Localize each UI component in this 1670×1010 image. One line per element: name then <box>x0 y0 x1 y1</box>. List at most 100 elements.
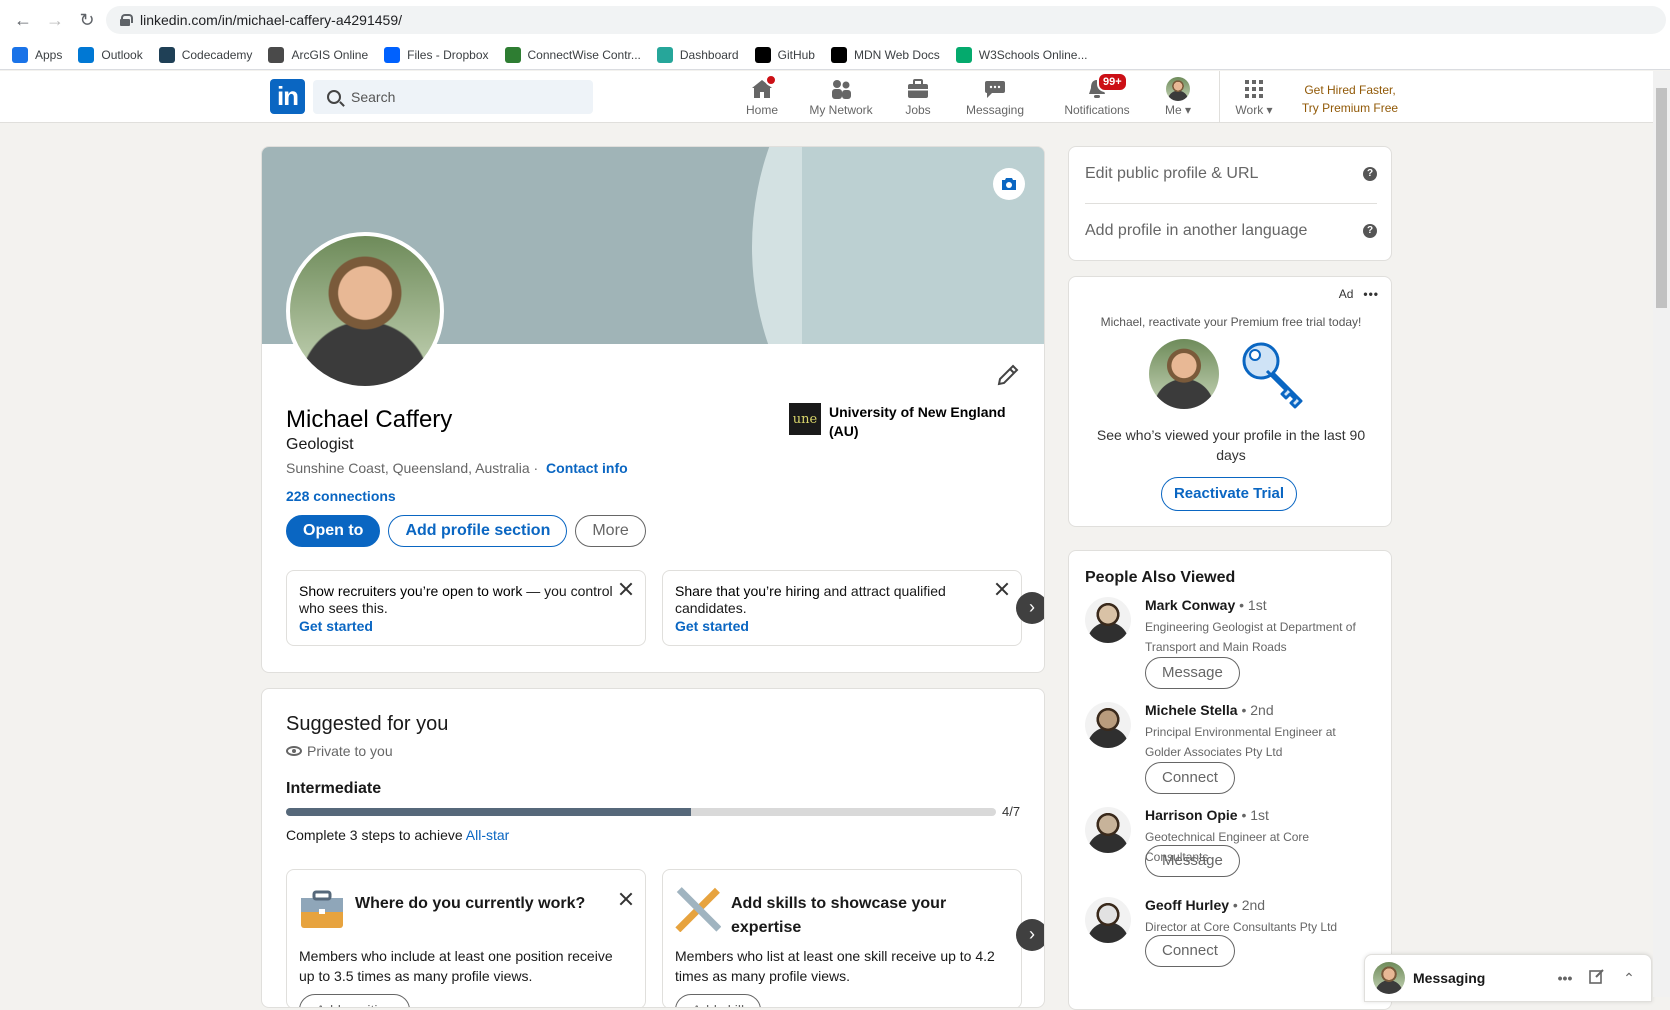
add-position-button[interactable]: Add position <box>299 994 411 1007</box>
nav-notifications[interactable]: 99+ Notifications <box>1058 71 1136 123</box>
arcgis-icon <box>268 46 285 63</box>
get-started-link[interactable]: Get started <box>299 618 633 635</box>
hiring-title: Share that you’re hiring <box>675 583 820 599</box>
bookmark-dashboard[interactable]: Dashboard <box>656 46 739 63</box>
messaging-overlay[interactable]: Messaging ••• ⌃ <box>1364 954 1652 1002</box>
nav-jobs[interactable]: Jobs <box>894 71 942 123</box>
education-link[interactable]: une University of New England (AU) <box>789 403 1009 441</box>
search-input[interactable]: Search <box>313 80 593 114</box>
briefcase-icon <box>299 890 345 930</box>
connections-link[interactable]: 228 connections <box>286 488 396 504</box>
address-bar[interactable]: linkedin.com/in/michael-caffery-a4291459… <box>106 6 1666 34</box>
linkedin-logo-icon[interactable]: in <box>270 79 305 114</box>
edit-public-profile-link[interactable]: Edit public profile & URL ? <box>1085 165 1377 183</box>
nav-work[interactable]: Work ▾ <box>1232 71 1276 123</box>
people-also-viewed-title: People Also Viewed <box>1085 569 1236 586</box>
linkedin-top-nav: in Search Home My Network Jobs Messaging… <box>0 71 1670 123</box>
bookmark-mdn-web-docs[interactable]: MDN Web Docs <box>830 46 940 63</box>
add-profile-section-button[interactable]: Add profile section <box>388 515 568 547</box>
avatar <box>1149 339 1219 409</box>
premium-line-2: Try Premium Free <box>1301 101 1399 115</box>
bookmark-apps[interactable]: Apps <box>12 46 62 63</box>
search-icon <box>327 90 341 104</box>
back-arrow-icon[interactable]: ← <box>14 11 32 29</box>
nav-my-network-label: My Network <box>809 103 873 117</box>
add-language-link[interactable]: Add profile in another language ? <box>1085 222 1377 240</box>
profile-photo[interactable] <box>286 232 444 390</box>
home-badge-dot <box>765 74 777 86</box>
location-text: Sunshine Coast, Queensland, Australia · <box>286 460 539 476</box>
nav-notifications-label: Notifications <box>1064 103 1130 117</box>
message-button[interactable]: Message <box>1145 845 1240 877</box>
profile-strength-bar <box>286 808 996 816</box>
bookmark-label: Files - Dropbox <box>407 47 489 62</box>
close-icon[interactable] <box>619 892 633 906</box>
nav-my-network[interactable]: My Network <box>806 71 876 123</box>
profile-settings-card: Edit public profile & URL ? Add profile … <box>1068 146 1392 261</box>
search-placeholder: Search <box>351 89 396 105</box>
avatar[interactable] <box>1085 897 1131 943</box>
url-text: linkedin.com/in/michael-caffery-a4291459… <box>140 12 402 28</box>
bookmark-label: W3Schools Online... <box>978 47 1088 62</box>
avatar[interactable] <box>1085 702 1131 748</box>
bookmark-outlook[interactable]: Outlook <box>78 46 143 63</box>
add-language-label: Add profile in another language <box>1085 222 1308 239</box>
nav-jobs-label: Jobs <box>905 103 931 117</box>
chevron-right-icon[interactable]: › <box>1016 919 1044 951</box>
all-star-link[interactable]: All-star <box>466 827 510 843</box>
nav-home[interactable]: Home <box>738 71 786 123</box>
person-name[interactable]: Michele Stella • 2nd <box>1145 702 1274 718</box>
forward-arrow-icon[interactable]: → <box>46 11 64 29</box>
nav-messaging[interactable]: Messaging <box>956 71 1034 123</box>
more-button[interactable]: More <box>575 515 646 547</box>
help-icon[interactable]: ? <box>1363 224 1377 238</box>
chevron-up-icon[interactable]: ⌃ <box>1619 968 1639 988</box>
suggestion-title: Add skills to showcase your expertise <box>731 895 947 936</box>
person-name[interactable]: Harrison Opie • 1st <box>1145 807 1269 823</box>
connect-button[interactable]: Connect <box>1145 935 1235 967</box>
ad-header: Ad ••• <box>1339 287 1379 301</box>
connection-degree: • 2nd <box>1241 702 1274 718</box>
bookmarks-bar: Apps Outlook Codecademy ArcGIS Online Files … <box>0 40 1670 70</box>
connectwise-icon <box>504 46 521 63</box>
more-options-icon[interactable]: ••• <box>1555 968 1575 988</box>
close-icon[interactable] <box>995 582 1009 596</box>
add-skill-button[interactable]: Add skill <box>675 994 762 1007</box>
chevron-right-icon[interactable]: › <box>1016 592 1044 624</box>
avatar[interactable] <box>1085 807 1131 853</box>
private-to-you: Private to you <box>286 743 393 759</box>
more-options-icon[interactable]: ••• <box>1363 287 1379 301</box>
bookmark-arcgis-online[interactable]: ArcGIS Online <box>268 46 368 63</box>
page-scrollbar[interactable] <box>1653 71 1670 997</box>
person-name[interactable]: Geoff Hurley • 2nd <box>1145 897 1265 913</box>
get-started-link[interactable]: Get started <box>675 618 1009 635</box>
profile-headline: Geologist <box>286 436 354 453</box>
bookmark-github[interactable]: GitHub <box>754 46 815 63</box>
help-icon[interactable]: ? <box>1363 167 1377 181</box>
suggested-title: Suggested for you <box>286 713 449 735</box>
people-icon <box>829 78 853 100</box>
reactivate-trial-button[interactable]: Reactivate Trial <box>1161 477 1297 511</box>
bookmark-files-dropbox[interactable]: Files - Dropbox <box>384 46 489 63</box>
message-button[interactable]: Message <box>1145 657 1240 689</box>
try-premium-link[interactable]: Get Hired Faster, Try Premium Free <box>1300 81 1400 117</box>
close-icon[interactable] <box>619 582 633 596</box>
pencil-icon[interactable] <box>996 363 1020 387</box>
open-to-button[interactable]: Open to <box>286 515 381 547</box>
caret-down-icon: ▾ <box>1184 103 1192 117</box>
contact-info-link[interactable]: Contact info <box>546 460 628 476</box>
connect-button[interactable]: Connect <box>1145 762 1235 794</box>
bookmark-connectwise-contr[interactable]: ConnectWise Contr... <box>504 46 641 63</box>
bookmark-codecademy[interactable]: Codecademy <box>158 46 252 63</box>
bookmark-w3schools-online[interactable]: W3Schools Online... <box>955 46 1088 63</box>
reload-icon[interactable]: ↻ <box>78 11 96 29</box>
nav-work-label: Work ▾ <box>1235 103 1273 117</box>
nav-me-label: Me ▾ <box>1164 103 1192 117</box>
nav-me[interactable]: Me ▾ <box>1160 71 1196 123</box>
university-logo: une <box>789 403 821 435</box>
compose-icon[interactable] <box>1587 968 1607 988</box>
home-icon <box>750 74 777 100</box>
person-name[interactable]: Mark Conway • 1st <box>1145 597 1267 613</box>
avatar[interactable] <box>1085 597 1131 643</box>
camera-icon[interactable] <box>993 168 1025 200</box>
